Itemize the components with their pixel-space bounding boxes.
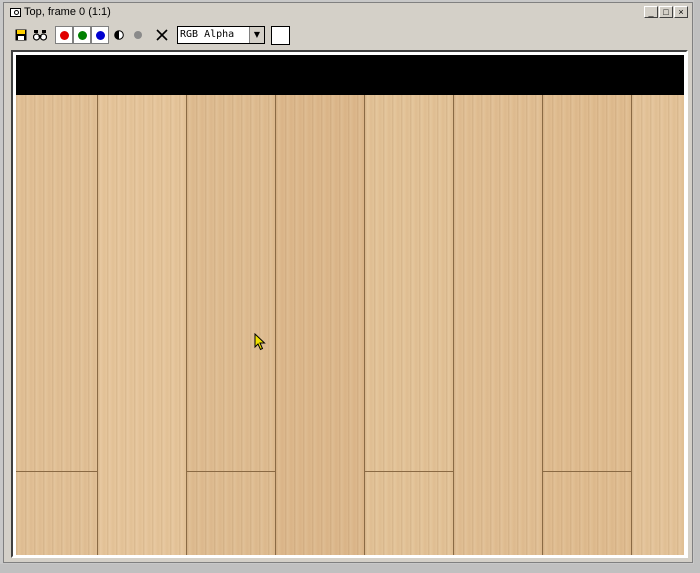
x-icon — [156, 29, 168, 41]
wood-floor-render — [16, 95, 684, 555]
red-channel-button[interactable] — [55, 26, 73, 44]
monochrome-button[interactable] — [110, 26, 128, 44]
window-controls: _ □ × — [644, 6, 688, 18]
wood-plank — [365, 95, 454, 555]
green-dot-icon — [77, 30, 87, 40]
plank-seam — [187, 471, 276, 472]
render-toolbar: RGB Alpha ▼ — [4, 22, 692, 48]
gray-circle-icon — [134, 31, 142, 39]
close-button[interactable]: × — [674, 6, 688, 18]
background-panel-bottom — [0, 564, 700, 573]
blue-dot-icon — [95, 30, 105, 40]
half-circle-icon — [114, 30, 124, 40]
minimize-button[interactable]: _ — [644, 6, 658, 18]
clear-button[interactable] — [153, 26, 171, 44]
blue-channel-button[interactable] — [91, 26, 109, 44]
channel-select-value: RGB Alpha — [180, 29, 235, 40]
wood-plank — [543, 95, 632, 555]
wood-plank — [454, 95, 543, 555]
green-channel-button[interactable] — [73, 26, 91, 44]
render-window: Top, frame 0 (1:1) _ □ × RGB Alpha ▼ — [3, 2, 693, 563]
floppy-disk-icon — [15, 29, 27, 41]
color-swatch[interactable] — [271, 25, 290, 45]
wood-plank — [632, 95, 684, 555]
save-button[interactable] — [12, 26, 30, 44]
channel-select[interactable]: RGB Alpha ▼ — [177, 26, 265, 44]
background-panel-right — [694, 0, 700, 573]
render-canvas[interactable] — [11, 50, 688, 558]
mouse-cursor-icon — [254, 333, 266, 351]
plank-seam — [16, 471, 98, 472]
alpha-channel-button[interactable] — [129, 26, 147, 44]
red-dot-icon — [59, 30, 69, 40]
wood-plank — [98, 95, 187, 555]
black-background-strip — [16, 55, 684, 95]
clone-window-button[interactable] — [31, 26, 49, 44]
chevron-down-icon[interactable]: ▼ — [249, 27, 264, 43]
wood-plank — [276, 95, 365, 555]
camera-icon — [10, 7, 21, 17]
plank-seam — [365, 471, 454, 472]
wood-plank — [187, 95, 276, 555]
binoculars-icon — [33, 30, 47, 41]
window-title: Top, frame 0 (1:1) — [24, 6, 111, 18]
maximize-button[interactable]: □ — [659, 6, 673, 18]
title-bar[interactable]: Top, frame 0 (1:1) _ □ × — [4, 3, 692, 21]
wood-plank — [16, 95, 98, 555]
plank-seam — [543, 471, 632, 472]
